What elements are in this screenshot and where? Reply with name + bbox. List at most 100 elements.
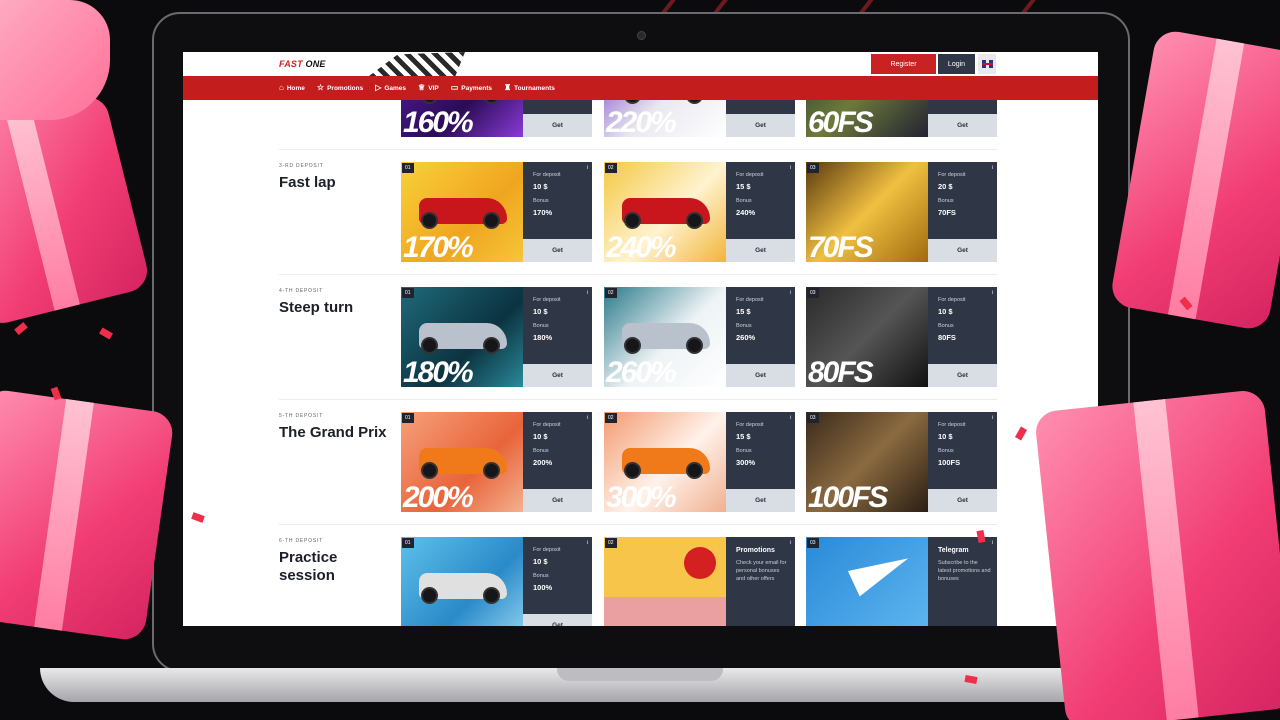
bonus-card-image[interactable]: 01 — [401, 537, 523, 626]
bonus-value: 100FS — [938, 458, 961, 467]
info-icon[interactable]: i — [790, 540, 791, 546]
bonus-card-image[interactable]: 02220% — [604, 100, 726, 137]
promo-description: Subscribe to the latest promotions and b… — [938, 560, 991, 582]
get-bonus-button[interactable]: Get — [523, 614, 592, 626]
get-bonus-button[interactable]: Get — [523, 114, 592, 137]
info-icon[interactable]: i — [992, 540, 993, 546]
card-bonus-overlay: 70FS — [808, 231, 874, 262]
deposit-value: 10 $ — [533, 182, 548, 191]
bonus-card: 02 300% i For deposit 15 $ Bonus 300% Get — [604, 412, 795, 512]
bonus-card-details: i For deposit 15 $ Bonus 300% Get — [726, 412, 795, 512]
bonus-label: Bonus — [533, 448, 549, 454]
nav-item-promotions[interactable]: ☆ Promotions — [317, 84, 363, 92]
bonus-card-image[interactable]: 01 170% — [401, 162, 523, 262]
bonus-card: 01160%iFor depositBonus160%Get — [401, 100, 592, 137]
nav-label: Promotions — [327, 84, 364, 92]
get-bonus-button[interactable]: Get — [523, 364, 592, 387]
get-bonus-button[interactable]: Get — [726, 489, 795, 512]
promo-title: Telegram — [938, 547, 969, 554]
nav-item-games[interactable]: ▷ Games — [375, 84, 406, 92]
card-number: 01 — [402, 413, 414, 423]
bonus-card-details: i For deposit 15 $ Bonus 260% Get — [726, 287, 795, 387]
bonus-card-image[interactable]: 03 — [806, 537, 928, 626]
get-bonus-button[interactable]: Get — [928, 364, 997, 387]
nav-item-payments[interactable]: ▭ Payments — [451, 84, 492, 92]
telegram-plane-icon — [847, 545, 915, 597]
top-bar: FAST ONE Register Login — [183, 52, 1098, 76]
get-bonus-button[interactable]: Get — [523, 489, 592, 512]
bonus-card-image[interactable]: 03 70FS — [806, 162, 928, 262]
get-bonus-button[interactable]: Get — [523, 239, 592, 262]
info-icon[interactable]: i — [992, 165, 993, 171]
deposit-section: 3-RD DEPOSIT Fast lap 01 170% i For deposit 10… — [183, 149, 1098, 274]
get-bonus-button[interactable]: Get — [726, 239, 795, 262]
bonus-card-image[interactable]: 03 80FS — [806, 287, 928, 387]
nav-label: Payments — [461, 84, 492, 92]
bonus-card-image[interactable]: 02 300% — [604, 412, 726, 512]
promo-description: Check your email for personal bonuses an… — [736, 560, 787, 582]
gift-box-icon — [1108, 28, 1280, 332]
get-bonus-button[interactable]: Get — [928, 489, 997, 512]
deposit-value: 10 $ — [938, 432, 953, 441]
bonus-card-image[interactable]: 0360FS — [806, 100, 928, 137]
bonus-value: 80FS — [938, 333, 956, 342]
wheel-icon — [483, 100, 500, 104]
nav-label: Home — [286, 84, 305, 92]
section-subtitle: 3-RD DEPOSIT — [279, 163, 324, 169]
promo-title: Promotions — [736, 547, 775, 554]
get-bonus-button[interactable]: Get — [726, 364, 795, 387]
bonus-card-image[interactable]: 02 260% — [604, 287, 726, 387]
bonus-card: 01 180% i For deposit 10 $ Bonus 180% Get — [401, 287, 592, 387]
bonus-sections: Nice start01160%iFor depositBonus160%Get… — [183, 100, 1098, 626]
bonus-card-image[interactable]: 01160% — [401, 100, 523, 137]
bonus-card-details: i Telegram Subscribe to the latest promoti… — [928, 537, 997, 626]
nav-item-home[interactable]: ⌂ Home — [279, 84, 305, 92]
info-icon[interactable]: i — [587, 165, 588, 171]
info-icon[interactable]: i — [790, 290, 791, 296]
section-title: Practice session — [279, 549, 338, 584]
bonus-card-image[interactable]: 01 200% — [401, 412, 523, 512]
register-button[interactable]: Register — [871, 54, 936, 74]
info-icon[interactable]: i — [790, 165, 791, 171]
info-icon[interactable]: i — [790, 415, 791, 421]
nav-item-vip[interactable]: ♕ VIP — [418, 84, 439, 92]
gift-box-icon — [0, 387, 176, 643]
nav-item-tournaments[interactable]: ♜ Tournaments — [504, 84, 555, 92]
wheel-icon — [483, 462, 500, 479]
bonus-card: 02 240% i For deposit 15 $ Bonus 240% Get — [604, 162, 795, 262]
bonus-label: Bonus — [533, 573, 549, 579]
wheel-icon — [686, 337, 703, 354]
bonus-card-image[interactable]: 02 — [604, 537, 726, 626]
wheel-icon — [421, 212, 438, 229]
bonus-card-image[interactable]: 03 100FS — [806, 412, 928, 512]
get-bonus-button[interactable]: Get — [928, 239, 997, 262]
language-button[interactable] — [978, 54, 996, 74]
deposit-label: For deposit — [533, 172, 561, 178]
site-logo[interactable]: FAST ONE — [279, 59, 326, 69]
wheel-icon — [624, 212, 641, 229]
section-subtitle: 5-TH DEPOSIT — [279, 413, 324, 419]
trophy-icon: ♜ — [503, 83, 512, 92]
get-bonus-button[interactable]: Get — [726, 114, 795, 137]
bonus-card-image[interactable]: 02 240% — [604, 162, 726, 262]
card-bonus-overlay: 260% — [606, 356, 677, 387]
section-divider — [279, 399, 997, 400]
info-icon[interactable]: i — [587, 415, 588, 421]
info-icon[interactable]: i — [587, 290, 588, 296]
info-icon[interactable]: i — [992, 415, 993, 421]
section-divider — [279, 524, 997, 525]
bonus-card-details: i For deposit 10 $ Bonus 200% Get — [523, 412, 592, 512]
bonus-card-details: i For deposit 10 $ Bonus 100% Get — [523, 537, 592, 626]
info-icon[interactable]: i — [587, 540, 588, 546]
bonus-card: 01 200% i For deposit 10 $ Bonus 200% Get — [401, 412, 592, 512]
nav-label: VIP — [428, 84, 439, 92]
info-icon[interactable]: i — [992, 290, 993, 296]
bonus-card-image[interactable]: 01 180% — [401, 287, 523, 387]
wheel-icon — [686, 100, 703, 104]
wheel-icon — [421, 587, 438, 604]
bonus-card-details: i For deposit 15 $ Bonus 240% Get — [726, 162, 795, 262]
get-bonus-button[interactable]: Get — [928, 114, 997, 137]
login-button[interactable]: Login — [938, 54, 975, 74]
bonus-card-details: iFor depositBonus160%Get — [523, 100, 592, 137]
gift-ribbon — [1167, 38, 1245, 320]
